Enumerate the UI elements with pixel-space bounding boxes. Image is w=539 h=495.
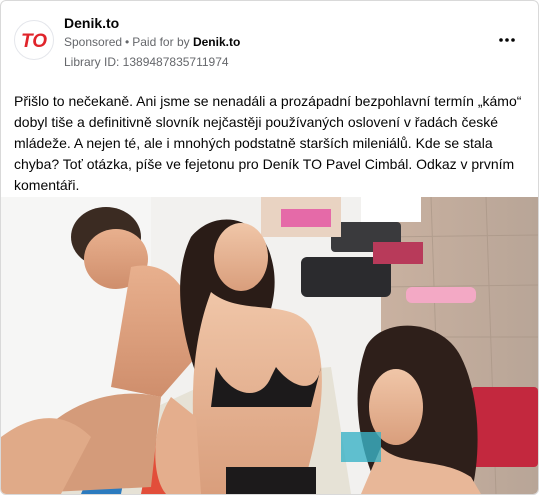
denik-to-logo-icon: TO	[21, 31, 47, 52]
sponsored-line: Sponsored • Paid for by Denik.to	[64, 35, 240, 49]
poolside-photo	[1, 197, 538, 494]
svg-text:TO: TO	[21, 31, 47, 52]
sponsored-label[interactable]: Sponsored	[64, 35, 122, 49]
library-id: Library ID: 1389487835711974	[64, 55, 229, 69]
post-image[interactable]	[1, 197, 538, 494]
page-name[interactable]: Denik.to	[64, 15, 119, 31]
more-horizontal-icon	[499, 38, 515, 42]
post-text: Přišlo to nečekaně. Ani jsme se nenadáli…	[14, 93, 522, 193]
paid-for-page-link[interactable]: Denik.to	[193, 35, 240, 49]
post-header: TO Denik.to Sponsored • Paid for by Denik.…	[1, 1, 538, 77]
separator-dot: •	[125, 35, 130, 49]
ad-card: TO Denik.to Sponsored • Paid for by Denik.…	[0, 0, 539, 495]
paid-for-label: Paid for by	[132, 35, 190, 49]
more-options-button[interactable]	[496, 29, 518, 51]
page-avatar[interactable]: TO	[14, 20, 54, 60]
